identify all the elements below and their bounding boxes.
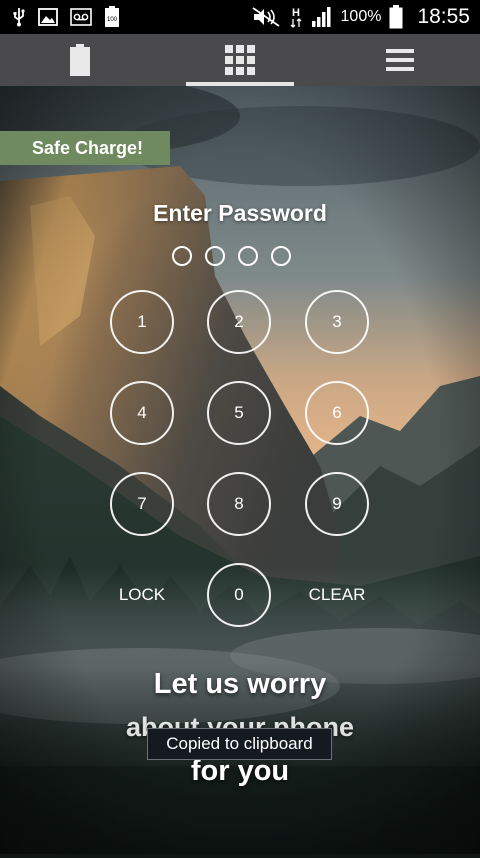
clock: 18:55 xyxy=(417,5,470,28)
key-5[interactable]: 5 xyxy=(207,381,271,445)
toast-message: Copied to clipboard xyxy=(147,728,332,760)
pin-dot xyxy=(172,246,192,266)
hspa-data-icon: H xyxy=(289,5,303,29)
key-9[interactable]: 9 xyxy=(305,472,369,536)
svg-text:100: 100 xyxy=(107,17,118,23)
nfc-muted-icon xyxy=(251,6,281,28)
battery-icon xyxy=(70,44,90,76)
key-2[interactable]: 2 xyxy=(207,290,271,354)
banner-label: Safe Charge! xyxy=(32,137,144,158)
clear-button[interactable]: CLEAR xyxy=(292,585,382,605)
pin-indicator xyxy=(172,246,291,266)
key-0[interactable]: 0 xyxy=(207,563,271,627)
pin-dot xyxy=(271,246,291,266)
key-1[interactable]: 1 xyxy=(110,290,174,354)
key-3[interactable]: 3 xyxy=(305,290,369,354)
battery-icon xyxy=(389,5,403,29)
key-8[interactable]: 8 xyxy=(207,472,271,536)
tab-menu[interactable] xyxy=(320,34,480,86)
lock-button[interactable]: LOCK xyxy=(97,585,187,605)
promo-line-1: Let us worry xyxy=(153,668,327,700)
pin-dot xyxy=(238,246,258,266)
svg-text:H: H xyxy=(292,7,300,19)
grid-icon xyxy=(225,45,255,75)
key-7[interactable]: 7 xyxy=(110,472,174,536)
image-icon xyxy=(38,8,58,26)
tab-battery[interactable] xyxy=(0,34,160,86)
page-title: Enter Password xyxy=(153,200,327,226)
tab-keypad[interactable] xyxy=(160,34,320,86)
key-6[interactable]: 6 xyxy=(305,381,369,445)
key-4[interactable]: 4 xyxy=(110,381,174,445)
signal-icon xyxy=(311,7,333,27)
notification-icons: 100 xyxy=(12,6,120,28)
battery-percent: 100% xyxy=(340,8,382,25)
voicemail-icon xyxy=(70,8,92,26)
battery-100-notification-icon: 100 xyxy=(104,6,120,28)
status-bar: 100 H 100% 18:55 xyxy=(0,0,480,34)
usb-icon xyxy=(12,7,26,27)
system-icons: H 100% 18:55 xyxy=(251,5,470,29)
pin-dot xyxy=(205,246,225,266)
menu-icon xyxy=(386,48,414,72)
tab-bar xyxy=(0,34,480,86)
safe-charge-banner: Safe Charge! xyxy=(0,131,170,165)
